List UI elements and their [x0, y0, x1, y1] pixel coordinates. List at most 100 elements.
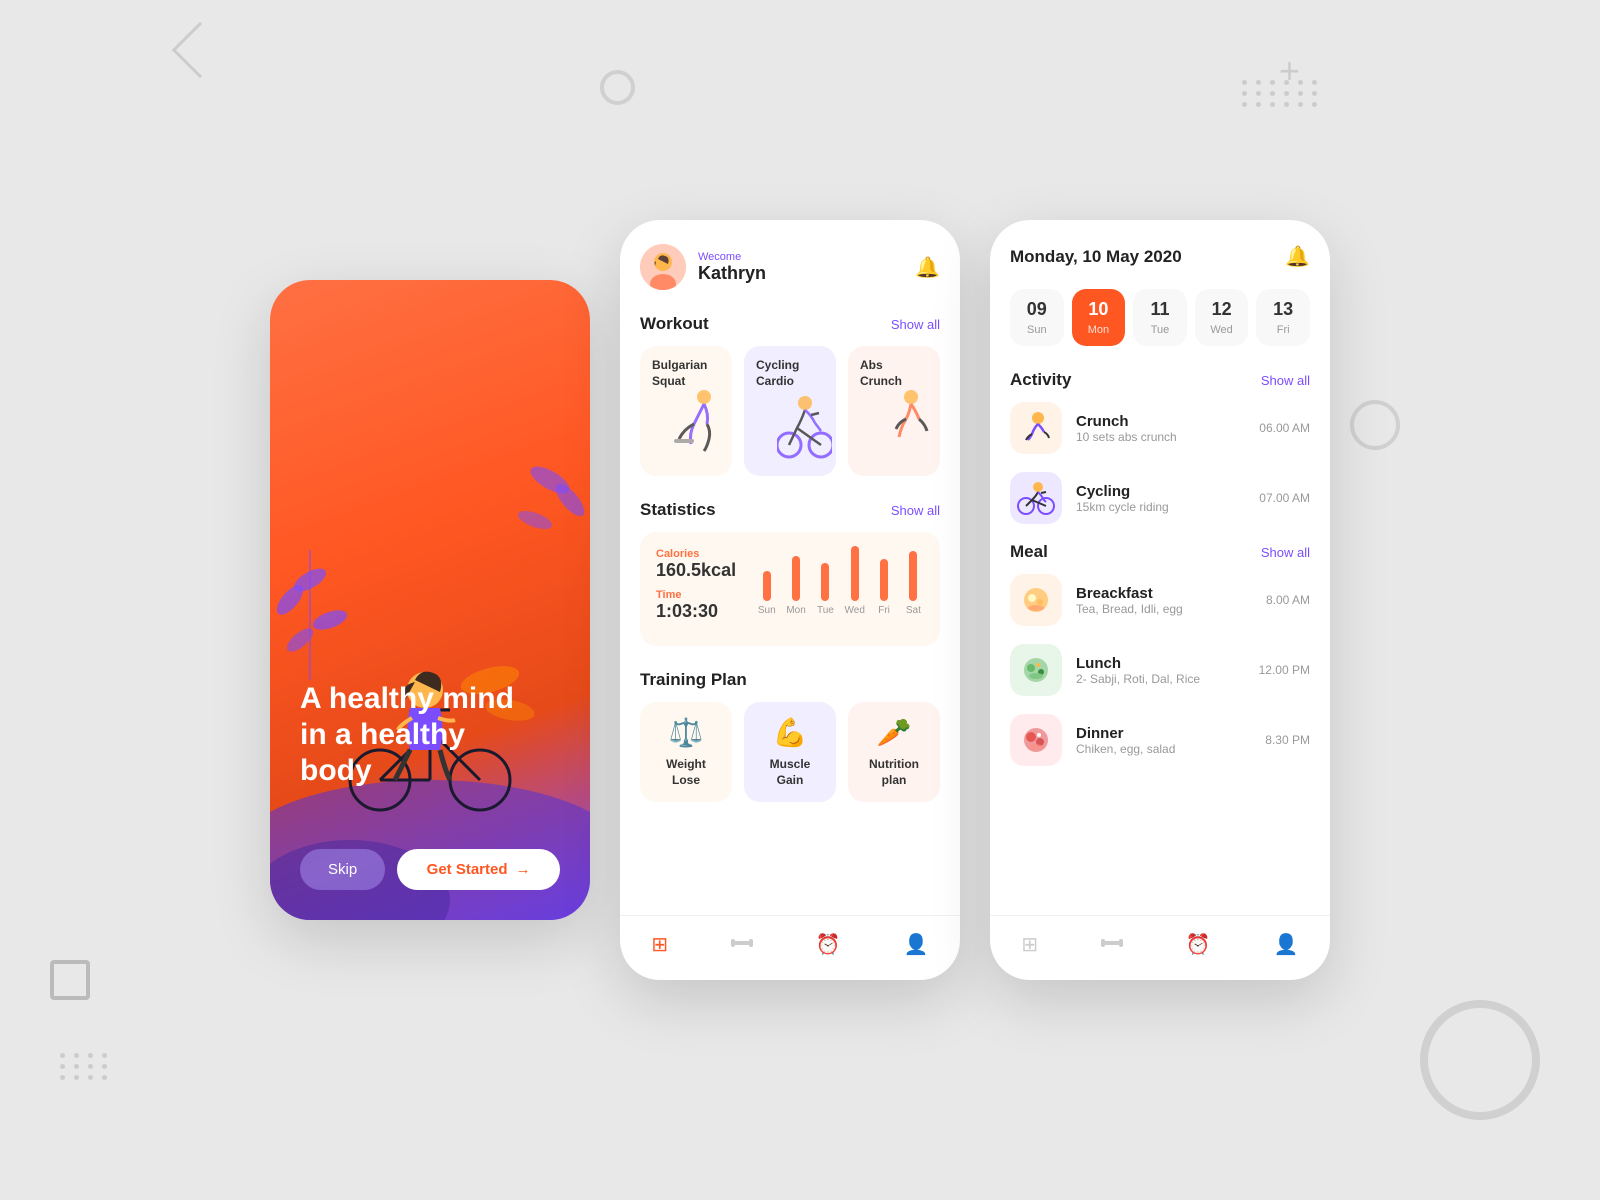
get-started-button[interactable]: Get Started →: [397, 849, 560, 890]
schedule-nav-home-icon[interactable]: ⊞: [1017, 928, 1042, 964]
calendar-strip: 09 Sun 10 Mon 11 Tue 12 Wed 13 Fri: [1010, 289, 1310, 346]
chart-day-fri: Fri: [878, 605, 890, 616]
workout-cards: BulgarianSquat CyclingCardio: [640, 346, 940, 476]
cal-name-fri: Fri: [1277, 324, 1290, 336]
cycling-desc: 15km cycle riding: [1076, 500, 1245, 514]
splash-title: A healthy mind in a healthy body: [300, 681, 560, 789]
cal-num-12: 12: [1212, 299, 1232, 320]
meal-show-all[interactable]: Show all: [1261, 545, 1310, 560]
schedule-nav-workout-icon[interactable]: [1097, 928, 1127, 964]
user-name: Kathryn: [698, 263, 766, 284]
training-card-nutrition[interactable]: 🥕 Nutritionplan: [848, 702, 940, 802]
nav-profile-icon[interactable]: 👤: [900, 928, 933, 964]
statistics-title: Statistics: [640, 500, 716, 520]
skip-button[interactable]: Skip: [300, 849, 385, 890]
bottom-nav-schedule: ⊞ ⏰ 👤: [990, 915, 1330, 980]
cal-name-mon: Mon: [1088, 324, 1109, 336]
abs-icon: [881, 389, 936, 468]
muscle-gain-icon: 💪: [773, 716, 808, 749]
breakfast-desc: Tea, Bread, Idli, egg: [1076, 602, 1252, 616]
deco-circle-large: [1420, 1000, 1540, 1120]
meal-item-lunch: Lunch 2- Sabji, Roti, Dal, Rice 12.00 PM: [1010, 644, 1310, 696]
activity-title: Activity: [1010, 370, 1071, 390]
dinner-time: 8.30 PM: [1265, 733, 1310, 747]
weight-lose-label: WeightLose: [666, 757, 706, 788]
meal-section-header: Meal Show all: [1010, 542, 1310, 562]
breakfast-name: Breackfast: [1076, 585, 1252, 602]
workout-show-all[interactable]: Show all: [891, 317, 940, 332]
deco-circle-small: [1350, 400, 1400, 450]
workout-card-squat[interactable]: BulgarianSquat: [640, 346, 732, 476]
chart-bar-tue: [821, 563, 829, 601]
chart-col-mon: Mon: [785, 556, 806, 616]
profile-header: Wecome Kathryn 🔔: [640, 244, 940, 290]
calories-label: Calories: [656, 548, 736, 560]
cycling-name: Cycling: [1076, 483, 1245, 500]
welcome-label: Wecome: [698, 251, 766, 263]
lunch-time: 12.00 PM: [1259, 663, 1310, 677]
nav-home-icon[interactable]: ⊞: [647, 928, 672, 964]
date-title: Monday, 10 May 2020: [1010, 247, 1182, 267]
activity-show-all[interactable]: Show all: [1261, 373, 1310, 388]
dinner-thumb: [1010, 714, 1062, 766]
cal-day-10[interactable]: 10 Mon: [1072, 289, 1126, 346]
bottom-nav-dashboard: ⊞ ⏰ 👤: [620, 915, 960, 980]
chart-col-sat: Sat: [903, 551, 924, 616]
profile-text: Wecome Kathryn: [698, 251, 766, 284]
cycling-thumb: [1010, 472, 1062, 524]
meal-title: Meal: [1010, 542, 1048, 562]
nutrition-icon: 🥕: [877, 716, 912, 749]
avatar: [640, 244, 686, 290]
schedule-screen: Monday, 10 May 2020 🔔 09 Sun 10 Mon 11 T…: [990, 220, 1330, 980]
nav-schedule-icon[interactable]: ⏰: [812, 928, 845, 964]
workout-card-abs[interactable]: AbsCrunch: [848, 346, 940, 476]
cal-num-11: 11: [1150, 299, 1169, 320]
training-card-muscle-gain[interactable]: 💪 MuscleGain: [744, 702, 836, 802]
chart-col-sun: Sun: [756, 571, 777, 616]
cal-day-09[interactable]: 09 Sun: [1010, 289, 1064, 346]
chart-day-mon: Mon: [786, 605, 805, 616]
squat-icon: [669, 389, 724, 468]
dinner-info: Dinner Chiken, egg, salad: [1076, 725, 1251, 756]
cal-day-11[interactable]: 11 Tue: [1133, 289, 1187, 346]
cycling-icon: [777, 393, 832, 472]
activity-item-cycling: Cycling 15km cycle riding 07.00 AM: [1010, 472, 1310, 524]
workout-section-header: Workout Show all: [640, 314, 940, 334]
chart-col-wed: Wed: [844, 546, 865, 616]
cal-num-09: 09: [1027, 299, 1047, 320]
weight-lose-icon: ⚖️: [669, 716, 704, 749]
statistics-card: Calories 160.5kcal Time 1:03:30 Sun Mon: [640, 532, 940, 646]
cycling-time: 07.00 AM: [1259, 491, 1310, 505]
deco-square: [50, 960, 90, 1000]
cal-day-13[interactable]: 13 Fri: [1256, 289, 1310, 346]
workout-card-cycling[interactable]: CyclingCardio: [744, 346, 836, 476]
workout-title: Workout: [640, 314, 709, 334]
calories-stats: Calories 160.5kcal Time 1:03:30: [656, 548, 736, 630]
meal-item-dinner: Dinner Chiken, egg, salad 8.30 PM: [1010, 714, 1310, 766]
schedule-nav-schedule-icon[interactable]: ⏰: [1182, 928, 1215, 964]
breakfast-info: Breackfast Tea, Bread, Idli, egg: [1076, 585, 1252, 616]
cycling-info: Cycling 15km cycle riding: [1076, 483, 1245, 514]
statistics-chart: Sun Mon Tue Wed: [756, 556, 924, 616]
activity-item-crunch: Crunch 10 sets abs crunch 06.00 AM: [1010, 402, 1310, 454]
statistics-show-all[interactable]: Show all: [891, 503, 940, 518]
cal-num-13: 13: [1273, 299, 1293, 320]
profile-left: Wecome Kathryn: [640, 244, 766, 290]
splash-screen: A healthy mind in a healthy body Skip Ge…: [270, 280, 590, 920]
cal-day-12[interactable]: 12 Wed: [1195, 289, 1249, 346]
crunch-info: Crunch 10 sets abs crunch: [1076, 413, 1245, 444]
training-card-weight-lose[interactable]: ⚖️ WeightLose: [640, 702, 732, 802]
chart-day-wed: Wed: [845, 605, 865, 616]
nav-workout-icon[interactable]: [727, 928, 757, 964]
chart-bar-mon: [792, 556, 800, 601]
schedule-nav-profile-icon[interactable]: 👤: [1270, 928, 1303, 964]
chart-bar-wed: [851, 546, 859, 601]
cal-name-wed: Wed: [1210, 324, 1232, 336]
lunch-info: Lunch 2- Sabji, Roti, Dal, Rice: [1076, 655, 1245, 686]
nutrition-label: Nutritionplan: [869, 757, 919, 788]
schedule-notification-bell-icon[interactable]: 🔔: [1285, 244, 1310, 269]
notification-bell-icon[interactable]: 🔔: [915, 255, 940, 280]
lunch-thumb: [1010, 644, 1062, 696]
chart-bar-sat: [909, 551, 917, 601]
statistics-section-header: Statistics Show all: [640, 500, 940, 520]
